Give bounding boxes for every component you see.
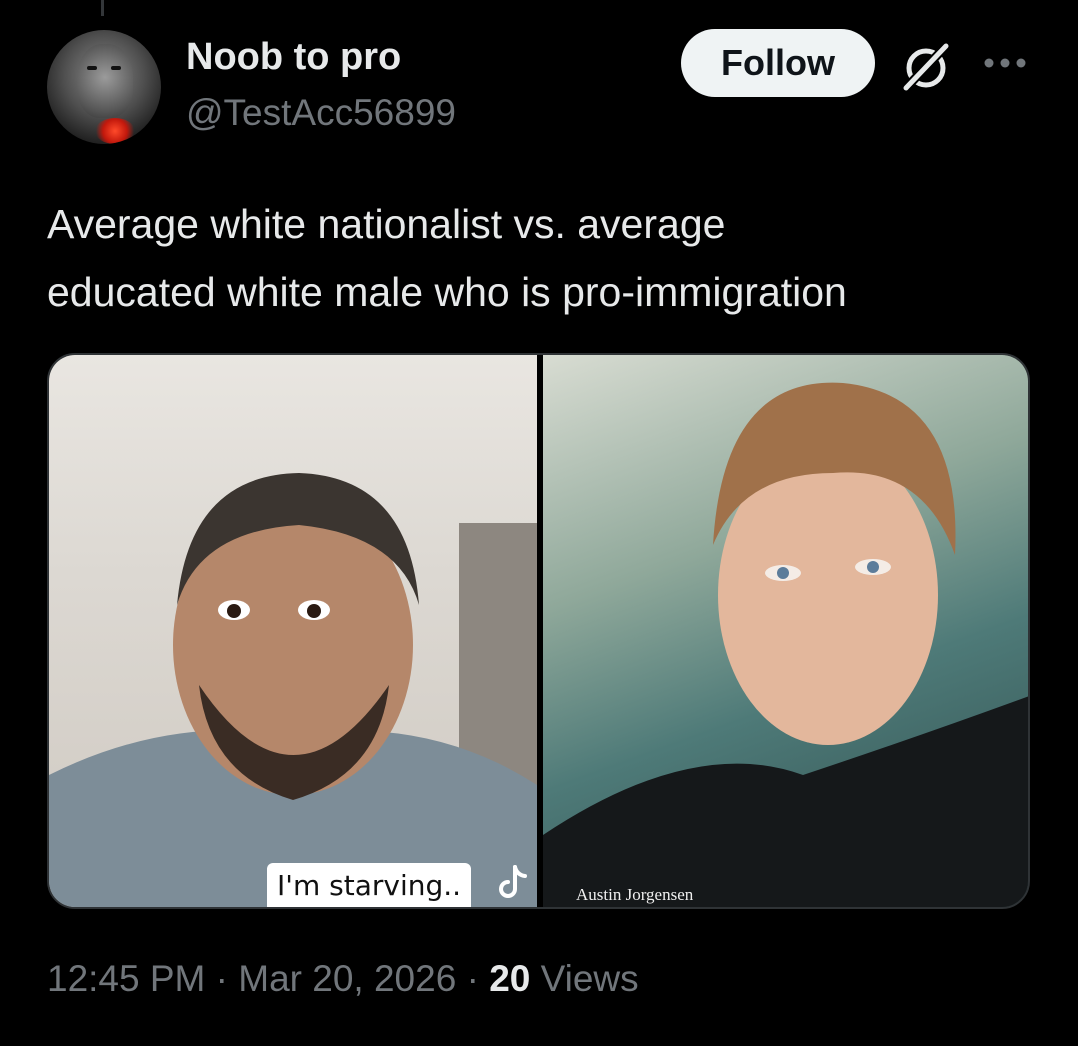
thread-connector-line xyxy=(101,0,104,16)
tweet-time[interactable]: 12:45 PM xyxy=(47,958,205,999)
author-display-name[interactable]: Noob to pro xyxy=(186,36,401,79)
tweet-date[interactable]: Mar 20, 2026 xyxy=(238,958,456,999)
media-photo-left[interactable]: I'm starving.. xyxy=(49,355,537,907)
grok-icon[interactable] xyxy=(898,38,954,94)
more-options-icon[interactable] xyxy=(982,56,1028,70)
right-photo-illustration xyxy=(543,382,1028,907)
left-photo-caption: I'm starving.. xyxy=(267,863,472,907)
tiktok-icon xyxy=(499,865,527,898)
meta-separator: · xyxy=(456,958,490,999)
media-photo-right[interactable]: Austin Jorgensen xyxy=(543,355,1028,907)
meta-separator: · xyxy=(205,958,239,999)
follow-button[interactable]: Follow xyxy=(681,29,875,97)
avatar-face xyxy=(77,44,133,118)
tweet-text: Average white nationalist vs. average ed… xyxy=(47,201,847,315)
author-handle[interactable]: @TestAcc56899 xyxy=(186,92,456,134)
avatar[interactable] xyxy=(47,30,161,144)
avatar-fire-accent xyxy=(95,118,135,144)
views-count: 20 xyxy=(489,958,531,999)
tweet-media[interactable]: I'm starving.. Austin Jorgensen xyxy=(47,353,1030,909)
avatar-eye xyxy=(111,66,121,70)
right-photo-caption: Austin Jorgensen xyxy=(576,885,694,904)
views-label: Views xyxy=(540,958,639,999)
tweet-meta: 12:45 PM · Mar 20, 2026 · 20 Views xyxy=(47,958,639,1000)
left-photo-illustration xyxy=(49,473,537,907)
avatar-eye xyxy=(87,66,97,70)
